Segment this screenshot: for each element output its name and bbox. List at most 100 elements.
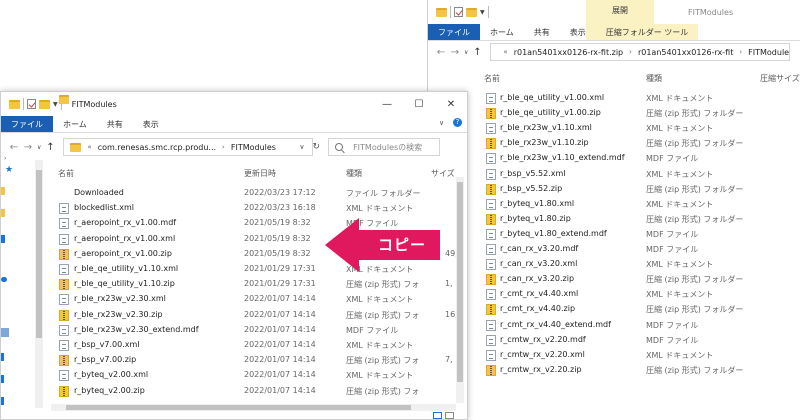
- close-icon[interactable]: ✕: [435, 92, 467, 116]
- file-name-cell[interactable]: r_ble_rx23w_v1.10.xml: [500, 123, 592, 132]
- file-name-cell[interactable]: r_aeropoint_rx_v1.00.xml: [74, 234, 175, 243]
- tab-file[interactable]: ファイル: [428, 24, 480, 40]
- column-header-type[interactable]: 種類: [646, 73, 662, 84]
- file-name-cell[interactable]: r_can_rx_v3.20.mdf: [500, 244, 578, 253]
- properties-icon[interactable]: [27, 99, 36, 109]
- file-name-cell[interactable]: r_bsp_v7.00.zip: [74, 355, 136, 364]
- chevron-right-icon: ›: [739, 48, 743, 56]
- nav-expand-icon[interactable]: ›: [4, 155, 6, 162]
- file-name-cell[interactable]: r_ble_rx23w_v2.30_extend.mdf: [74, 325, 199, 334]
- file-type-cell: XML ドキュメント: [646, 124, 714, 134]
- column-header-type[interactable]: 種類: [346, 168, 362, 179]
- tab-label: 共有: [106, 119, 123, 129]
- breadcrumb-item[interactable]: FITModules: [231, 143, 276, 152]
- onedrive-icon[interactable]: [1, 277, 7, 282]
- large-icons-view-icon[interactable]: [445, 412, 454, 419]
- file-name-cell[interactable]: r_byteq_v2.00.xml: [74, 370, 148, 379]
- column-header-name[interactable]: 名前: [484, 73, 500, 84]
- file-name-cell[interactable]: r_ble_qe_utility_v1.10.zip: [74, 279, 175, 288]
- address-bar[interactable]: « r01an5401xx0126-rx-fit.zip › r01an5401…: [490, 43, 791, 61]
- file-name-cell[interactable]: r_bsp_v5.52.zip: [500, 184, 562, 193]
- help-icon[interactable]: ?: [453, 118, 462, 127]
- overflow-icon: «: [87, 143, 92, 151]
- horizontal-scrollbar[interactable]: [51, 404, 456, 411]
- this-pc-icon[interactable]: [1, 328, 9, 337]
- up-arrow-icon[interactable]: ↑: [470, 47, 484, 58]
- back-arrow-icon[interactable]: ←: [7, 142, 21, 153]
- file-name-cell[interactable]: r_ble_qe_utility_v1.00.xml: [500, 93, 604, 102]
- tab-file[interactable]: ファイル: [1, 116, 53, 132]
- breadcrumb-item[interactable]: r01an5401xx0126-rx-fit.zip: [514, 48, 623, 57]
- tab-home[interactable]: ホーム: [53, 116, 97, 132]
- tab-view[interactable]: 表示: [560, 24, 596, 40]
- breadcrumb-item[interactable]: FITModules: [748, 48, 789, 57]
- folder-icon: [9, 99, 20, 109]
- file-name-cell[interactable]: r_byteq_v1.80_extend.mdf: [500, 229, 607, 238]
- properties-icon[interactable]: [454, 7, 463, 17]
- file-name-cell[interactable]: r_can_rx_v3.20.xml: [500, 259, 577, 268]
- column-header-date[interactable]: 更新日時: [244, 168, 276, 179]
- file-type-cell: MDF ファイル: [646, 335, 699, 345]
- file-type-cell: XML ドキュメント: [646, 94, 714, 103]
- file-name-cell[interactable]: r_cmt_rx_v4.40.xml: [500, 289, 578, 298]
- address-dropdown-icon[interactable]: ∨: [299, 143, 304, 151]
- column-header-size[interactable]: サイズ: [431, 168, 455, 179]
- file-name-cell[interactable]: r_cmtw_rx_v2.20.zip: [500, 365, 582, 374]
- file-name-cell[interactable]: r_ble_qe_utility_v1.10.xml: [74, 264, 178, 273]
- tab-compressed-tools[interactable]: 圧縮フォルダー ツール: [595, 24, 699, 40]
- column-header-name[interactable]: 名前: [58, 168, 74, 179]
- nav-scrollbar[interactable]: [35, 160, 43, 408]
- forward-arrow-icon[interactable]: →: [448, 47, 462, 58]
- file-name-cell[interactable]: r_can_rx_v3.20.zip: [500, 274, 574, 283]
- breadcrumb-item[interactable]: r01an5401xx0126-rx-fit: [638, 48, 733, 57]
- minimize-icon[interactable]: —: [371, 92, 403, 116]
- recent-locations-icon[interactable]: ∨: [37, 144, 41, 151]
- tab-share[interactable]: 共有: [524, 24, 560, 40]
- file-name-cell[interactable]: r_byteq_v1.80.xml: [500, 199, 574, 208]
- file-name-cell[interactable]: r_cmt_rx_v4.40_extend.mdf: [500, 320, 611, 329]
- details-view-icon[interactable]: [433, 412, 442, 419]
- refresh-icon[interactable]: ↻: [313, 142, 321, 152]
- file-name-cell[interactable]: r_ble_rx23w_v1.10.zip: [500, 138, 589, 147]
- document-icon: [486, 168, 496, 180]
- customize-toolbar-icon[interactable]: ▼: [53, 101, 58, 108]
- file-date-cell: 2022/01/07 14:14: [244, 340, 316, 349]
- file-name-cell[interactable]: r_cmt_rx_v4.40.zip: [500, 304, 575, 313]
- file-name-cell[interactable]: Downloaded: [74, 188, 124, 197]
- maximize-icon[interactable]: ☐: [403, 92, 435, 116]
- file-name-cell[interactable]: r_cmtw_rx_v2.20.mdf: [500, 335, 586, 344]
- back-arrow-icon[interactable]: ←: [434, 47, 448, 58]
- file-name-cell[interactable]: r_byteq_v2.00.zip: [74, 386, 145, 395]
- document-icon: [486, 244, 496, 255]
- column-header-size[interactable]: 圧縮サイズ: [760, 73, 800, 84]
- document-icon: [486, 289, 496, 301]
- tab-share[interactable]: 共有: [97, 116, 133, 132]
- tab-label: 表示: [569, 27, 586, 37]
- file-list-scrollbar[interactable]: [456, 177, 464, 403]
- tab-view[interactable]: 表示: [133, 116, 169, 132]
- forward-arrow-icon[interactable]: →: [21, 142, 35, 153]
- file-name-cell[interactable]: r_byteq_v1.80.zip: [500, 214, 571, 223]
- file-name-cell[interactable]: r_aeropoint_rx_v1.00.mdf: [74, 218, 176, 227]
- file-name-cell[interactable]: r_aeropoint_rx_v1.00.zip: [74, 249, 172, 258]
- file-name-cell[interactable]: r_bsp_v7.00.xml: [74, 340, 139, 349]
- file-name-cell[interactable]: r_ble_rx23w_v1.10_extend.mdf: [500, 153, 625, 162]
- file-name-cell[interactable]: r_ble_qe_utility_v1.00.zip: [500, 108, 601, 117]
- customize-toolbar-icon[interactable]: ▼: [480, 9, 485, 16]
- quick-access-star-icon[interactable]: ★: [5, 165, 13, 175]
- search-input[interactable]: FITModulesの検索: [328, 138, 441, 156]
- file-name-cell[interactable]: r_ble_rx23w_v2.30.zip: [74, 310, 163, 319]
- breadcrumb-item[interactable]: com.renesas.smc.rcp.produ...: [98, 143, 216, 152]
- new-folder-icon[interactable]: [466, 7, 477, 17]
- navigation-pane[interactable]: ★ ›: [1, 155, 48, 419]
- file-name-cell[interactable]: r_cmtw_rx_v2.20.xml: [500, 350, 585, 359]
- tab-home[interactable]: ホーム: [480, 24, 524, 40]
- file-name-cell[interactable]: r_ble_rx23w_v2.30.xml: [74, 294, 166, 303]
- up-arrow-icon[interactable]: ↑: [43, 142, 57, 153]
- file-name-cell[interactable]: r_bsp_v5.52.xml: [500, 169, 565, 178]
- recent-locations-icon[interactable]: ∨: [464, 49, 468, 56]
- file-name-cell[interactable]: blockedlist.xml: [74, 203, 134, 212]
- expand-ribbon-icon[interactable]: ∨: [439, 119, 444, 127]
- new-folder-icon[interactable]: [39, 99, 50, 109]
- address-bar[interactable]: « com.renesas.smc.rcp.produ... › FITModu…: [63, 138, 314, 156]
